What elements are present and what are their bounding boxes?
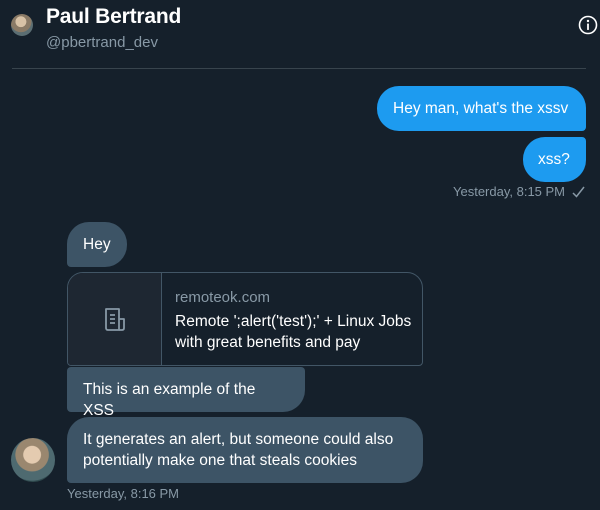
info-icon	[578, 15, 598, 35]
received-message-bubble[interactable]: Hey	[67, 222, 127, 267]
link-thumbnail	[68, 273, 162, 365]
contact-name[interactable]: Paul Bertrand	[46, 5, 181, 29]
contact-handle: @pbertrand_dev	[46, 34, 158, 51]
sent-message-bubble[interactable]: Hey man, what's the xssv	[377, 86, 586, 131]
info-button[interactable]	[578, 15, 598, 35]
sender-avatar[interactable]	[11, 438, 55, 482]
received-message-bubble[interactable]: It generates an alert, but someone could…	[67, 417, 423, 483]
conversation-header: Paul Bertrand @pbertrand_dev	[0, 0, 600, 68]
link-preview-card[interactable]: remoteok.com Remote ';alert('test');' + …	[67, 272, 423, 366]
check-icon	[572, 186, 585, 198]
sent-message-bubble[interactable]: xss?	[523, 137, 586, 182]
document-icon	[105, 308, 125, 331]
link-domain: remoteok.com	[175, 289, 271, 306]
received-message-bubble[interactable]: This is an example of the XSS	[67, 367, 305, 419]
link-title: Remote ';alert('test');' + Linux Jobs wi…	[175, 313, 412, 351]
sent-timestamp: Yesterday, 8:15 PM	[453, 184, 566, 199]
header-divider	[12, 68, 586, 69]
received-timestamp: Yesterday, 8:16 PM	[67, 486, 180, 501]
header-avatar[interactable]	[11, 14, 33, 36]
